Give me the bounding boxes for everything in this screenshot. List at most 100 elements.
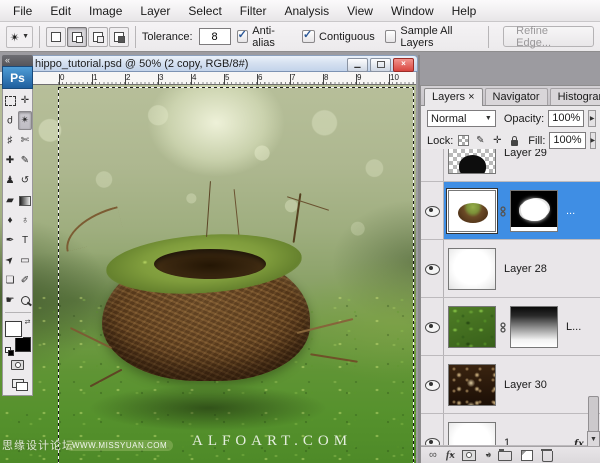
pen-tool[interactable]: ✒ bbox=[3, 231, 17, 250]
layer-thumbnail[interactable] bbox=[448, 364, 496, 406]
link-button[interactable]: ∞ bbox=[429, 448, 437, 462]
menu-analysis[interactable]: Analysis bbox=[275, 2, 338, 20]
eraser-tool[interactable]: ▰ bbox=[3, 191, 17, 210]
menu-select[interactable]: Select bbox=[179, 2, 230, 20]
delete-button[interactable] bbox=[540, 448, 553, 462]
maximize-button[interactable] bbox=[370, 58, 391, 72]
menu-help[interactable]: Help bbox=[443, 2, 486, 20]
lasso-tool[interactable]: ρ bbox=[3, 111, 17, 130]
layer-row[interactable]: 1 fx bbox=[421, 414, 600, 446]
layer-row[interactable]: Layer 29 bbox=[421, 149, 600, 182]
brush-tool[interactable]: ✎ bbox=[18, 151, 32, 170]
lock-transparency-icon[interactable] bbox=[457, 135, 469, 147]
path-selection-tool[interactable]: ➤ bbox=[3, 251, 17, 270]
type-tool[interactable]: T bbox=[18, 231, 32, 250]
checkbox-anti-alias[interactable]: Anti-alias bbox=[236, 25, 292, 49]
adjustment-button[interactable]: ◑ ▾ bbox=[485, 448, 492, 462]
menu-file[interactable]: File bbox=[4, 2, 41, 20]
layer-row[interactable]: Layer 30 bbox=[421, 356, 600, 414]
scroll-down-button[interactable]: ▼ bbox=[587, 431, 600, 447]
quick-mask-button[interactable] bbox=[9, 358, 27, 372]
opacity-flyout-arrow[interactable]: ▶ bbox=[588, 110, 596, 127]
dodge-tool[interactable]: ♁ bbox=[18, 211, 32, 230]
history-brush-tool[interactable]: ↺ bbox=[18, 171, 32, 190]
eye-toggle[interactable] bbox=[421, 298, 444, 355]
layer-style-button[interactable]: fx ▾ bbox=[446, 448, 455, 462]
subtract-from-selection-button[interactable] bbox=[87, 26, 108, 47]
crop-tool[interactable]: ♯ bbox=[3, 131, 17, 150]
add-to-selection-button[interactable] bbox=[66, 26, 87, 47]
background-color-swatch[interactable] bbox=[14, 337, 31, 352]
intersect-selection-button[interactable] bbox=[108, 26, 129, 47]
layer-mask-thumbnail[interactable] bbox=[510, 306, 558, 348]
layers-scrollbar[interactable]: ▼ bbox=[587, 149, 600, 447]
screen-mode-button[interactable] bbox=[9, 376, 28, 391]
new-layer-button[interactable] bbox=[520, 448, 533, 462]
tab-navigator[interactable]: Navigator bbox=[484, 88, 548, 105]
layer-thumbnail[interactable] bbox=[448, 422, 496, 445]
hand-tool[interactable]: ☛ bbox=[3, 291, 17, 310]
document-titlebar[interactable]: hippo_tutorial.psd @ 50% (2 copy, RGB/8#… bbox=[28, 55, 418, 72]
rectangular-marquee-tool[interactable] bbox=[3, 91, 17, 110]
layer-row[interactable]: Layer 28 bbox=[421, 240, 600, 298]
default-colors-icon[interactable] bbox=[4, 347, 14, 356]
fill-value[interactable]: 100% bbox=[549, 132, 586, 149]
menu-layer[interactable]: Layer bbox=[131, 2, 179, 20]
toolbox-collapse-button[interactable]: « bbox=[2, 55, 33, 66]
eye-toggle[interactable] bbox=[421, 149, 444, 181]
toolbox: « Ps ✛ ρ ✴ ♯ ✄ ✚ ✎ ♟ ↺ ▰ ♦ ♁ ✒ T ➤ ▭ ❏ ✐ ☛ ⇄ bbox=[2, 55, 33, 396]
tool-preset-picker[interactable]: ✴ ▼ bbox=[6, 25, 33, 48]
canvas[interactable]: 思缘设计论坛 WWW.MISSYUAN.COM ALFOART.COM bbox=[0, 85, 416, 463]
tolerance-input[interactable] bbox=[198, 28, 231, 45]
layer-thumbnail[interactable] bbox=[448, 306, 496, 348]
new-group-button[interactable] bbox=[497, 448, 512, 462]
blend-mode-select[interactable]: Normal ▼ bbox=[427, 110, 496, 127]
move-tool[interactable]: ✛ bbox=[18, 91, 32, 110]
add-mask-button[interactable] bbox=[462, 448, 477, 462]
layer-thumbnail[interactable] bbox=[448, 149, 496, 174]
chevrons-left-icon: « bbox=[5, 55, 11, 65]
eye-toggle[interactable] bbox=[421, 182, 444, 239]
blur-tool[interactable]: ♦ bbox=[3, 211, 17, 230]
refine-edge-button[interactable]: Refine Edge... bbox=[503, 25, 594, 49]
foreground-color-swatch[interactable] bbox=[4, 321, 22, 337]
checkbox-sample-all-layers[interactable]: Sample All Layers bbox=[384, 25, 479, 49]
lock-all-icon[interactable] bbox=[508, 135, 520, 147]
layer-thumbnail[interactable] bbox=[448, 248, 496, 290]
menu-image[interactable]: Image bbox=[80, 2, 131, 20]
layer-name: Layer 30 bbox=[504, 379, 547, 391]
menu-window[interactable]: Window bbox=[382, 2, 443, 20]
layer-row[interactable]: ... bbox=[421, 182, 600, 240]
layer-row[interactable]: L... bbox=[421, 298, 600, 356]
close-button[interactable]: × bbox=[393, 58, 414, 72]
magic-wand-tool[interactable]: ✴ bbox=[18, 111, 32, 130]
photoshop-logo: Ps bbox=[2, 66, 33, 89]
lock-move-icon[interactable]: ✛ bbox=[491, 135, 503, 147]
tab-histogram[interactable]: Histogram bbox=[549, 88, 600, 105]
lock-paint-icon[interactable]: ✎ bbox=[474, 135, 486, 147]
eye-toggle[interactable] bbox=[421, 356, 444, 413]
scrollbar-thumb[interactable] bbox=[588, 396, 599, 432]
gradient-tool[interactable] bbox=[18, 191, 32, 210]
eyedropper-tool[interactable]: ✐ bbox=[18, 271, 32, 290]
fill-flyout-arrow[interactable]: ▶ bbox=[589, 132, 597, 149]
swap-colors-icon[interactable]: ⇄ bbox=[25, 318, 31, 326]
menu-filter[interactable]: Filter bbox=[231, 2, 276, 20]
checkbox-contiguous[interactable]: Contiguous bbox=[302, 28, 375, 43]
slice-tool[interactable]: ✄ bbox=[18, 131, 32, 150]
notes-tool[interactable]: ❏ bbox=[3, 271, 17, 290]
layer-thumbnail[interactable] bbox=[448, 190, 496, 232]
opacity-value[interactable]: 100% bbox=[548, 110, 585, 127]
menu-edit[interactable]: Edit bbox=[41, 2, 80, 20]
layer-mask-thumbnail[interactable] bbox=[510, 190, 558, 232]
minimize-button[interactable]: ▁ bbox=[347, 58, 368, 72]
tab-layers[interactable]: Layers × bbox=[424, 88, 483, 106]
menu-view[interactable]: View bbox=[338, 2, 382, 20]
eye-toggle[interactable] bbox=[421, 414, 444, 445]
new-selection-button[interactable] bbox=[45, 26, 66, 47]
shape-tool[interactable]: ▭ bbox=[18, 251, 32, 270]
clone-stamp-tool[interactable]: ♟ bbox=[3, 171, 17, 190]
eye-toggle[interactable] bbox=[421, 240, 444, 297]
healing-brush-tool[interactable]: ✚ bbox=[3, 151, 17, 170]
zoom-tool[interactable] bbox=[18, 291, 32, 310]
